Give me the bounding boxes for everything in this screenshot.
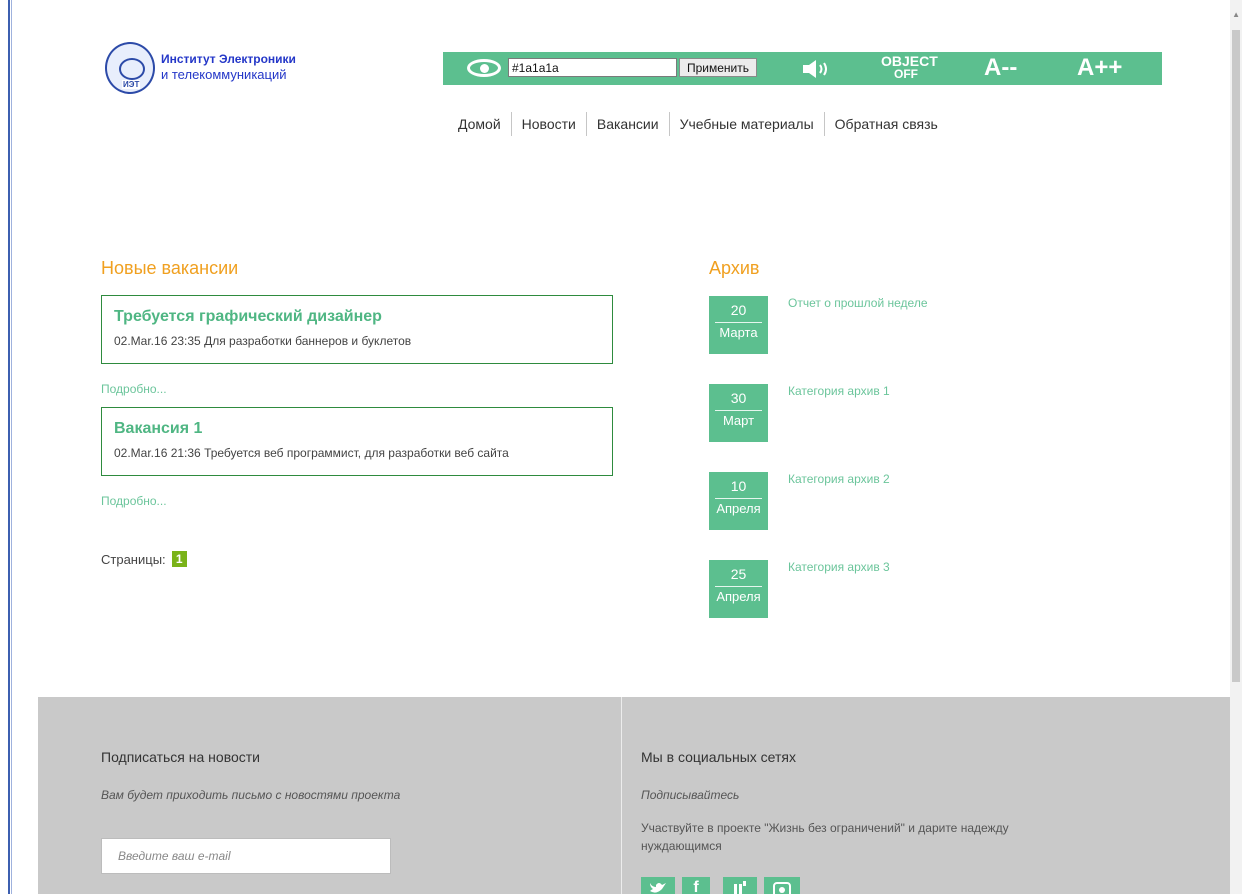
vacancy-title[interactable]: Вакансия 1	[114, 420, 600, 438]
archive-link[interactable]: Категория архив 2	[788, 472, 890, 486]
apply-button[interactable]: Применить	[679, 58, 757, 77]
archive-day: 20	[715, 296, 762, 323]
archive-link[interactable]: Отчет о прошлой неделе	[788, 296, 928, 310]
archive-link[interactable]: Категория архив 3	[788, 560, 890, 574]
archive-date-badge: 30 Март	[709, 384, 768, 442]
archive-day: 30	[715, 384, 762, 411]
archive-date-badge: 10 Апреля	[709, 472, 768, 530]
logo-title-line2: и телекоммуникаций	[161, 67, 287, 82]
vk-icon[interactable]	[723, 877, 757, 894]
nav-item-feedback[interactable]: Обратная связь	[823, 112, 948, 136]
social-subtitle: Подписывайтесь	[641, 788, 740, 802]
archive-title: Архив	[709, 258, 760, 278]
archive-month: Марта	[719, 325, 758, 340]
vacancy-card: Требуется графический дизайнер 02.Mar.16…	[101, 295, 613, 364]
speaker-icon[interactable]	[801, 60, 833, 78]
left-border-inner	[11, 0, 12, 894]
font-increase-button[interactable]: A++	[1077, 54, 1122, 82]
page-number-current[interactable]: 1	[171, 551, 187, 567]
site-logo[interactable]: ИЭТ Институт Электроники и телекоммуника…	[105, 40, 315, 100]
color-input[interactable]	[508, 58, 677, 77]
nav-item-home[interactable]: Домой	[448, 112, 511, 136]
social-title: Мы в социальных сетях	[641, 749, 796, 765]
eye-icon[interactable]	[467, 59, 501, 77]
vacancy-more-link[interactable]: Подробно...	[101, 382, 167, 396]
archive-link[interactable]: Категория архив 1	[788, 384, 890, 398]
object-toggle-state: OFF	[894, 67, 918, 81]
social-text: Участвуйте в проекте "Жизнь без ограниче…	[641, 821, 1009, 853]
pagination-label: Страницы:	[101, 551, 166, 567]
vertical-scrollbar[interactable]: ▲	[1230, 0, 1242, 894]
footer-divider	[621, 697, 622, 894]
archive-month: Март	[722, 413, 755, 428]
logo-globe	[119, 58, 145, 80]
main-nav: Домой Новости Вакансии Учебные материалы…	[448, 112, 948, 136]
subscribe-title: Подписаться на новости	[101, 749, 260, 765]
left-border	[8, 0, 10, 894]
object-toggle[interactable]: OBJECT OFF	[881, 54, 938, 81]
font-decrease-button[interactable]: A--	[984, 54, 1017, 82]
archive-day: 25	[715, 560, 762, 587]
vacancy-meta: 02.Mar.16 21:36 Требуется веб программис…	[114, 446, 509, 460]
scroll-up-arrow-icon[interactable]: ▲	[1232, 10, 1240, 19]
nav-item-materials[interactable]: Учебные материалы	[668, 112, 824, 136]
vacancy-title[interactable]: Требуется графический дизайнер	[114, 308, 600, 326]
scroll-thumb[interactable]	[1232, 30, 1240, 682]
vacancy-meta: 02.Mar.16 23:35 Для разработки баннеров …	[114, 334, 412, 348]
nav-item-news[interactable]: Новости	[510, 112, 586, 136]
twitter-icon[interactable]	[641, 877, 675, 894]
logo-emblem-icon: ИЭТ	[105, 42, 155, 94]
email-field[interactable]	[101, 838, 391, 874]
vacancy-more-link[interactable]: Подробно...	[101, 494, 167, 508]
archive-date-badge: 20 Марта	[709, 296, 768, 354]
accessibility-toolbar: Применить OBJECT OFF A-- A++	[443, 52, 1162, 85]
archive-date-badge: 25 Апреля	[709, 560, 768, 618]
vacancies-title: Новые вакансии	[101, 258, 239, 278]
logo-abbreviation: ИЭТ	[122, 80, 141, 89]
archive-month: Апреля	[716, 501, 761, 516]
vacancy-card: Вакансия 1 02.Mar.16 21:36 Требуется веб…	[101, 407, 613, 476]
logo-title-line1: Институт Электроники	[161, 52, 296, 66]
nav-item-vacancies[interactable]: Вакансии	[585, 112, 669, 136]
facebook-icon[interactable]: f	[682, 877, 710, 894]
subscribe-note: Вам будет приходить письмо с новостями п…	[101, 788, 401, 802]
instagram-icon[interactable]	[764, 877, 800, 894]
archive-day: 10	[715, 472, 762, 499]
archive-month: Апреля	[716, 589, 761, 604]
pagination: Страницы: 1	[101, 551, 187, 567]
